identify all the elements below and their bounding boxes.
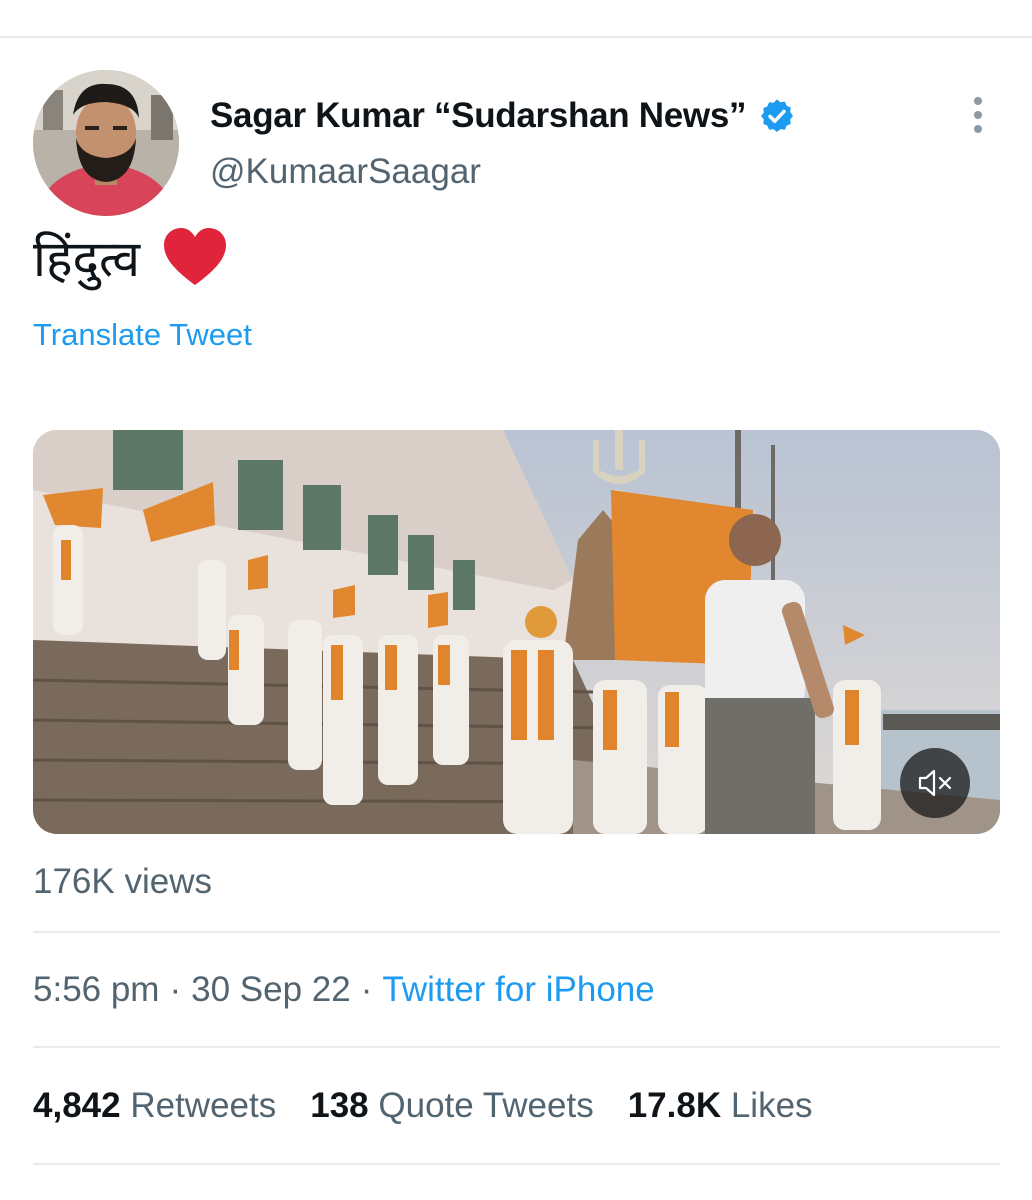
translate-tweet-link[interactable]: Translate Tweet [33, 317, 252, 353]
tweet-source-link[interactable]: Twitter for iPhone [382, 970, 654, 1009]
mute-toggle-button[interactable] [900, 748, 970, 818]
more-dot-icon [974, 97, 982, 105]
retweets-label: Retweets [130, 1086, 277, 1125]
video-frame-image [33, 430, 1000, 834]
likes-count: 17.8K [627, 1086, 722, 1125]
red-heart-icon [162, 227, 228, 287]
divider [33, 1163, 1000, 1165]
more-dot-icon [974, 111, 982, 119]
avatar-image [33, 70, 179, 216]
tweet-metadata: 5:56 pm · 30 Sep 22 · Twitter for iPhone [33, 970, 655, 1010]
avatar[interactable] [33, 70, 179, 216]
tweet-text: हिंदुत्व [33, 222, 228, 292]
tweet-date[interactable]: 30 Sep 22 [191, 970, 351, 1009]
divider [33, 931, 1000, 933]
speaker-muted-icon [918, 769, 952, 797]
verified-badge-icon [758, 97, 796, 135]
separator-dot: · [360, 970, 373, 1009]
tweet-time[interactable]: 5:56 pm [33, 970, 159, 1009]
likes-stat[interactable]: 17.8K Likes [628, 1086, 813, 1126]
author-handle[interactable]: @KumaarSaagar [210, 152, 481, 192]
tweet-text-content: हिंदुत्व [33, 230, 141, 288]
engagement-stats: 4,842 Retweets 138 Quote Tweets 17.8K Li… [33, 1086, 813, 1126]
more-dot-icon [974, 125, 982, 133]
likes-label: Likes [730, 1086, 813, 1125]
tweet-video[interactable] [33, 430, 1000, 834]
view-count[interactable]: 176K views [33, 862, 212, 902]
quote-tweets-stat[interactable]: 138 Quote Tweets [310, 1086, 593, 1126]
divider [33, 1046, 1000, 1048]
author-display-name[interactable]: Sagar Kumar “Sudarshan News” [210, 96, 747, 136]
retweets-count: 4,842 [33, 1086, 121, 1125]
separator-dot: · [169, 970, 182, 1009]
more-options-button[interactable] [960, 92, 996, 138]
quote-tweets-count: 138 [310, 1086, 369, 1125]
retweets-stat[interactable]: 4,842 Retweets [33, 1086, 276, 1126]
quote-tweets-label: Quote Tweets [378, 1086, 594, 1125]
top-divider [0, 36, 1032, 38]
author-name-row[interactable]: Sagar Kumar “Sudarshan News” [210, 93, 796, 139]
